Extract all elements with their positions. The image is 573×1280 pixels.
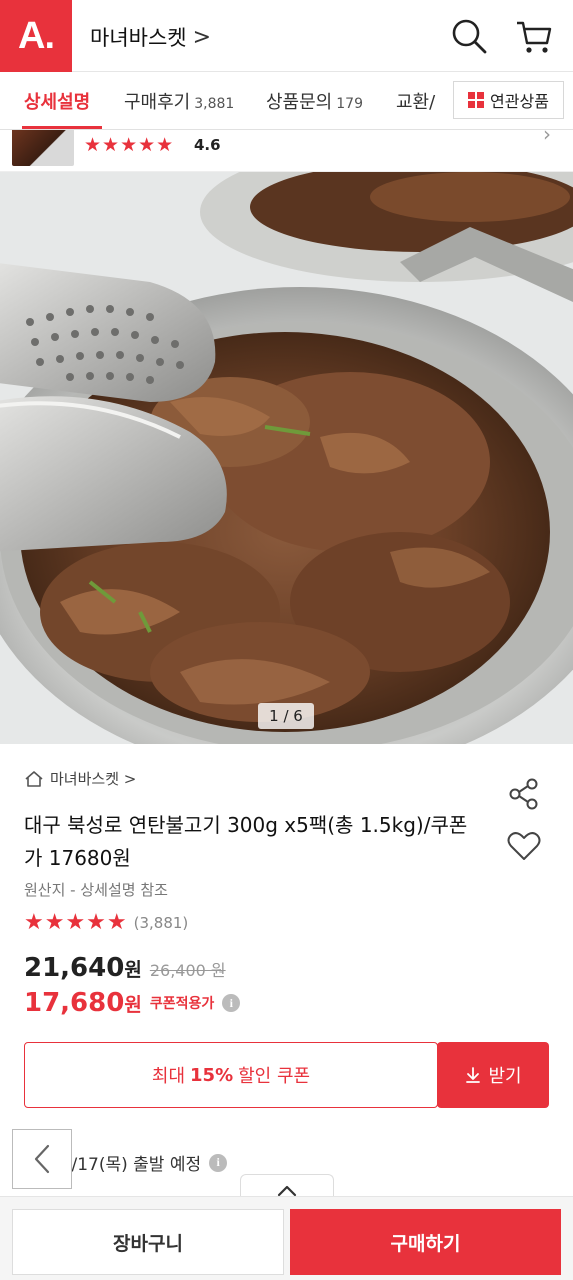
- back-button[interactable]: [12, 1129, 72, 1189]
- rating-row[interactable]: ★★★★★ (3,881): [24, 910, 188, 935]
- coupon-suffix: 할인 쿠폰: [238, 1066, 311, 1087]
- buy-now-button[interactable]: 구매하기: [290, 1209, 561, 1275]
- store-title-link[interactable]: 마녀바스켓 >: [90, 22, 211, 52]
- coupon-applied-label: 쿠폰적용가: [149, 996, 215, 1012]
- store-link[interactable]: 마녀바스켓 >: [24, 768, 136, 789]
- coupon-price-value: 17,680: [24, 988, 125, 1018]
- tab-label: 상세설명: [24, 92, 91, 113]
- heart-icon[interactable]: [506, 828, 542, 864]
- review-count: (3,881): [133, 913, 189, 932]
- price-row: 21,640원 26,400 원: [24, 953, 226, 983]
- related-products-button[interactable]: 연관상품: [453, 81, 564, 119]
- product-image-gallery[interactable]: 1 / 6: [0, 172, 573, 744]
- tab-reviews[interactable]: 구매후기 3,881: [124, 88, 234, 114]
- coupon-price-unit: 원: [124, 994, 142, 1016]
- tab-label: 상품문의: [266, 92, 333, 113]
- search-icon[interactable]: [449, 16, 489, 56]
- info-icon[interactable]: i: [209, 1153, 228, 1172]
- tab-label: 구매후기: [124, 92, 191, 113]
- product-name: 대구 북성로 연탄불고기 300g x5팩(총 1.5kg)/쿠폰가 17680…: [24, 813, 468, 870]
- app-logo[interactable]: A.: [0, 0, 72, 72]
- bottom-action-bar: 장바구니 구매하기: [0, 1196, 573, 1280]
- info-icon[interactable]: i: [222, 994, 241, 1012]
- tab-count: 3,881: [194, 96, 235, 112]
- chevron-right-icon: >: [192, 24, 212, 50]
- tab-label: 교환/: [396, 92, 436, 113]
- gallery-pager: 1 / 6: [258, 703, 314, 729]
- mini-product-bar[interactable]: ★★★★★ 4.6 ›: [0, 130, 573, 172]
- cart-icon[interactable]: [514, 16, 554, 56]
- coupon-percent: 15%: [190, 1064, 234, 1086]
- tab-description[interactable]: 상세설명: [24, 88, 90, 114]
- home-icon: [25, 770, 43, 787]
- product-photo: [0, 172, 573, 744]
- original-price: 26,400 원: [149, 961, 226, 980]
- top-header: A. 마녀바스켓 >: [0, 0, 573, 72]
- coupon-prefix: 최대: [151, 1066, 186, 1087]
- chevron-left-icon: [34, 1144, 50, 1174]
- sale-price-unit: 원: [124, 959, 142, 981]
- coupon-banner[interactable]: 최대 15% 할인 쿠폰: [24, 1042, 438, 1108]
- rating-stars: ★★★★★: [84, 134, 175, 156]
- product-thumbnail: [12, 130, 74, 166]
- coupon-price: 17,680원: [24, 988, 142, 1018]
- chevron-right-icon: ›: [543, 130, 551, 146]
- active-tab-indicator: [22, 126, 102, 129]
- get-coupon-label: 받기: [488, 1066, 522, 1087]
- product-origin: 원산지 - 상세설명 참조: [24, 881, 168, 899]
- sale-price: 21,640원: [24, 953, 142, 983]
- tab-qna[interactable]: 상품문의 179: [266, 88, 363, 114]
- store-title-text: 마녀바스켓: [90, 26, 187, 50]
- tab-count: 179: [336, 96, 363, 112]
- grid-icon: [468, 92, 485, 108]
- rating-stars: ★★★★★: [24, 910, 128, 935]
- coupon-price-row: 17,680원 쿠폰적용가 i: [24, 988, 241, 1018]
- add-to-cart-button[interactable]: 장바구니: [12, 1209, 284, 1275]
- tab-exchange[interactable]: 교환/: [396, 88, 435, 114]
- download-icon: [466, 1067, 481, 1083]
- store-link-text: 마녀바스켓 >: [50, 770, 137, 788]
- get-coupon-button[interactable]: 받기: [437, 1042, 549, 1108]
- related-products-label: 연관상품: [490, 92, 549, 111]
- rating-value: 4.6: [194, 136, 221, 154]
- share-icon[interactable]: [506, 776, 542, 812]
- sale-price-value: 21,640: [24, 953, 125, 983]
